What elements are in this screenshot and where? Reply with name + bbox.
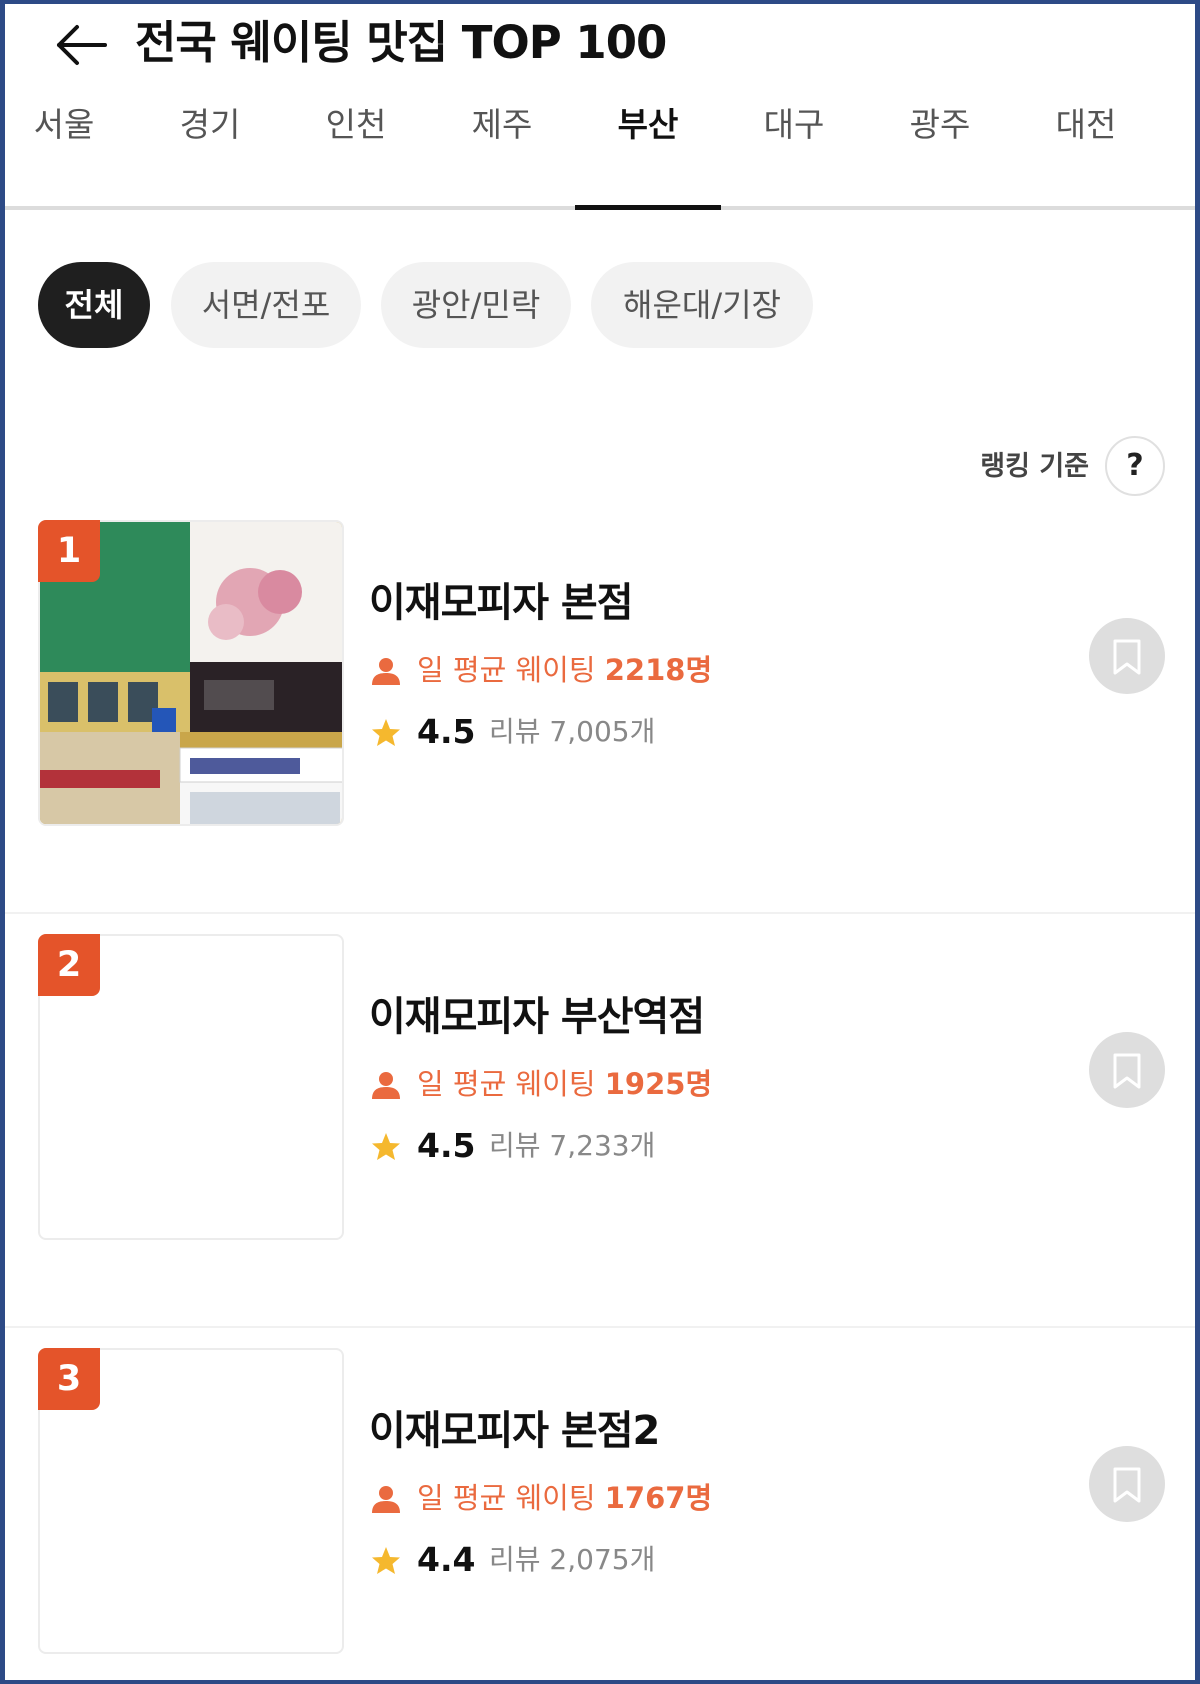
region-tabs: 서울 경기 인천 제주 부산 대구 광주 대전 <box>5 100 1195 210</box>
star-icon <box>372 1133 400 1160</box>
waiting-count: 1925명 <box>604 1067 713 1101</box>
tab-incheon[interactable]: 인천 <box>283 100 429 206</box>
top-bar: 전국 웨이팅 맛집 TOP 100 <box>5 4 1195 84</box>
bookmark-icon <box>1113 639 1141 675</box>
person-icon <box>372 1486 400 1513</box>
list-item[interactable]: 3 이재모피자 본점2 일 평균 웨이팅 1767명 4.4 리뷰 2,075개 <box>5 1328 1195 1680</box>
list-item[interactable]: 1 이재모피자 본점 일 평균 웨이팅 2218명 4.5 리뷰 7,005개 <box>5 500 1195 914</box>
bookmark-button[interactable] <box>1089 1032 1165 1108</box>
area-chip-haeundae[interactable]: 해운대/기장 <box>591 262 813 348</box>
tab-jeju[interactable]: 제주 <box>429 100 575 206</box>
waiting-label: 일 평균 웨이팅 <box>417 1067 596 1101</box>
app-screen: 전국 웨이팅 맛집 TOP 100 서울 경기 인천 제주 부산 대구 광주 대… <box>5 4 1195 1680</box>
bookmark-button[interactable] <box>1089 1446 1165 1522</box>
review-count: 리뷰 7,005개 <box>489 715 656 748</box>
waiting-label: 일 평균 웨이팅 <box>417 1481 596 1515</box>
star-icon <box>372 719 400 746</box>
rank-badge: 3 <box>38 1348 100 1410</box>
waiting-count: 2218명 <box>604 653 713 687</box>
bookmark-button[interactable] <box>1089 618 1165 694</box>
area-chip-seomyeon[interactable]: 서면/전포 <box>171 262 361 348</box>
rating-score: 4.5 <box>417 712 476 751</box>
area-chip-all[interactable]: 전체 <box>38 262 150 348</box>
review-count: 리뷰 7,233개 <box>489 1129 656 1162</box>
back-button[interactable] <box>53 18 111 72</box>
ranking-criteria: 랭킹 기준 ? <box>905 436 1165 498</box>
bookmark-icon <box>1113 1467 1141 1503</box>
ranking-criteria-label: 랭킹 기준 <box>980 451 1089 482</box>
tab-daegu[interactable]: 대구 <box>721 100 867 206</box>
list-item[interactable]: 2 이재모피자 부산역점 일 평균 웨이팅 1925명 4.5 리뷰 7,233… <box>5 914 1195 1328</box>
restaurant-name[interactable]: 이재모피자 부산역점 <box>369 984 705 1042</box>
tab-seoul[interactable]: 서울 <box>5 100 137 206</box>
tab-gyeonggi[interactable]: 경기 <box>137 100 283 206</box>
tab-daejeon[interactable]: 대전 <box>1013 100 1159 206</box>
rank-badge: 1 <box>38 520 100 582</box>
restaurant-name[interactable]: 이재모피자 본점2 <box>369 1398 660 1456</box>
tab-busan[interactable]: 부산 <box>575 100 721 210</box>
rating-score: 4.5 <box>417 1126 476 1165</box>
page-title: 전국 웨이팅 맛집 TOP 100 <box>135 16 667 69</box>
person-icon <box>372 1072 400 1099</box>
area-chip-gwangan[interactable]: 광안/민락 <box>381 262 571 348</box>
rating-score: 4.4 <box>417 1540 476 1579</box>
waiting-count: 1767명 <box>604 1481 713 1515</box>
review-count: 리뷰 2,075개 <box>489 1543 656 1576</box>
person-icon <box>372 658 400 685</box>
bookmark-icon <box>1113 1053 1141 1089</box>
star-icon <box>372 1547 400 1574</box>
waiting-label: 일 평균 웨이팅 <box>417 653 596 687</box>
rank-badge: 2 <box>38 934 100 996</box>
tab-gwangju[interactable]: 광주 <box>867 100 1013 206</box>
help-button[interactable]: ? <box>1105 436 1165 496</box>
restaurant-name[interactable]: 이재모피자 본점 <box>369 570 634 628</box>
arrow-left-icon <box>57 25 107 65</box>
